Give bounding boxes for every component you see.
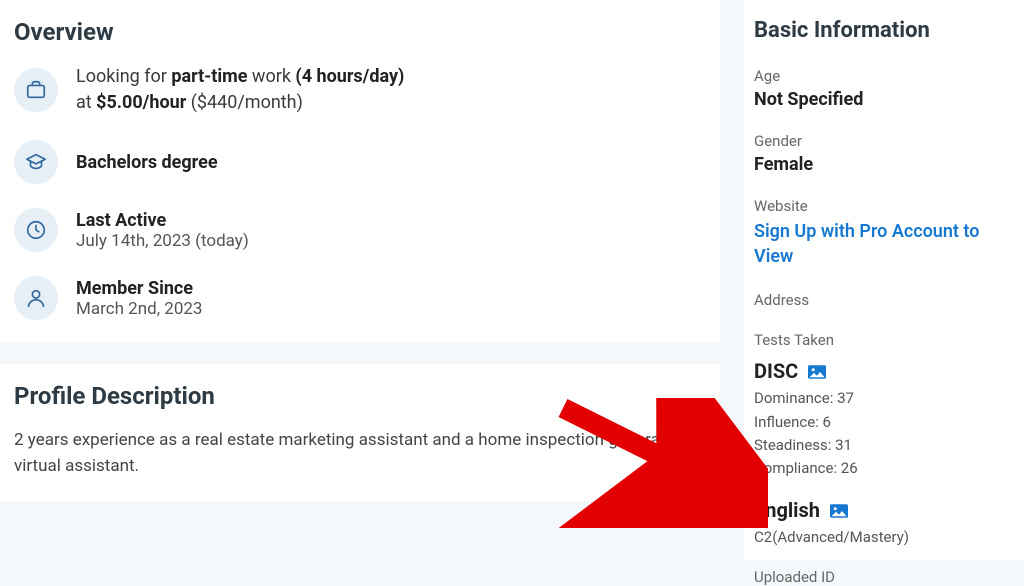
gender-block: Gender Female (754, 132, 1014, 175)
gender-label: Gender (754, 132, 1014, 150)
basic-information-panel: Basic Information Age Not Specified Gend… (744, 0, 1024, 560)
english-level: C2(Advanced/Mastery) (754, 526, 1014, 549)
overview-row-last-active: Last Active July 14th, 2023 (today) (14, 208, 700, 252)
age-block: Age Not Specified (754, 67, 1014, 110)
disc-dominance: Dominance: 37 (754, 387, 1014, 410)
website-block: Website Sign Up with Pro Account to View (754, 197, 1014, 269)
profile-description-title: Profile Description (14, 382, 700, 410)
overview-row-looking: Looking for part-time work (4 hours/day)… (14, 64, 700, 116)
looking-middle: work (247, 66, 295, 87)
disc-test-block: DISC Dominance: 37 Influence: 6 Steadine… (754, 359, 1014, 480)
looking-hours: (4 hours/day) (295, 66, 404, 87)
last-active-label: Last Active (76, 210, 249, 231)
website-signup-link[interactable]: Sign Up with Pro Account to View (754, 219, 1014, 269)
overview-row-member-since: Member Since March 2nd, 2023 (14, 276, 700, 320)
basic-information-title: Basic Information (754, 18, 1014, 43)
last-active-value: July 14th, 2023 (today) (76, 231, 249, 251)
address-block: Address (754, 291, 1014, 309)
image-icon[interactable] (830, 503, 848, 517)
person-icon (14, 276, 58, 320)
looking-rate-suffix: ($440/month) (186, 92, 303, 113)
disc-test-name: DISC (754, 359, 798, 383)
overview-looking-text: Looking for part-time work (4 hours/day)… (76, 64, 404, 116)
disc-influence: Influence: 6 (754, 411, 1014, 434)
member-since-label: Member Since (76, 278, 202, 299)
looking-emphasis: part-time (171, 66, 247, 87)
education-value: Bachelors degree (76, 152, 218, 173)
uploaded-id-label: Uploaded ID (754, 568, 1014, 586)
overview-card: Overview Looking for part-time work (4 h… (0, 0, 720, 342)
gender-value: Female (754, 154, 1014, 175)
website-label: Website (754, 197, 1014, 215)
age-value: Not Specified (754, 89, 1014, 110)
member-since-value: March 2nd, 2023 (76, 299, 202, 319)
image-icon[interactable] (808, 364, 826, 378)
tests-taken-label: Tests Taken (754, 331, 1014, 349)
looking-rate: $5.00/hour (96, 92, 186, 113)
looking-at: at (76, 92, 96, 113)
address-label: Address (754, 291, 1014, 309)
english-test-block: English C2(Advanced/Mastery) (754, 498, 1014, 549)
disc-steadiness: Steadiness: 31 (754, 434, 1014, 457)
briefcase-icon (14, 68, 58, 112)
graduation-cap-icon (14, 140, 58, 184)
overview-title: Overview (14, 18, 700, 46)
looking-prefix: Looking for (76, 66, 171, 87)
english-test-name: English (754, 498, 820, 522)
profile-description-body: 2 years experience as a real estate mark… (14, 428, 700, 479)
overview-row-education: Bachelors degree (14, 140, 700, 184)
disc-compliance: Compliance: 26 (754, 457, 1014, 480)
age-label: Age (754, 67, 1014, 85)
clock-icon (14, 208, 58, 252)
profile-description-card: Profile Description 2 years experience a… (0, 364, 720, 501)
tests-taken-block: Tests Taken (754, 331, 1014, 349)
